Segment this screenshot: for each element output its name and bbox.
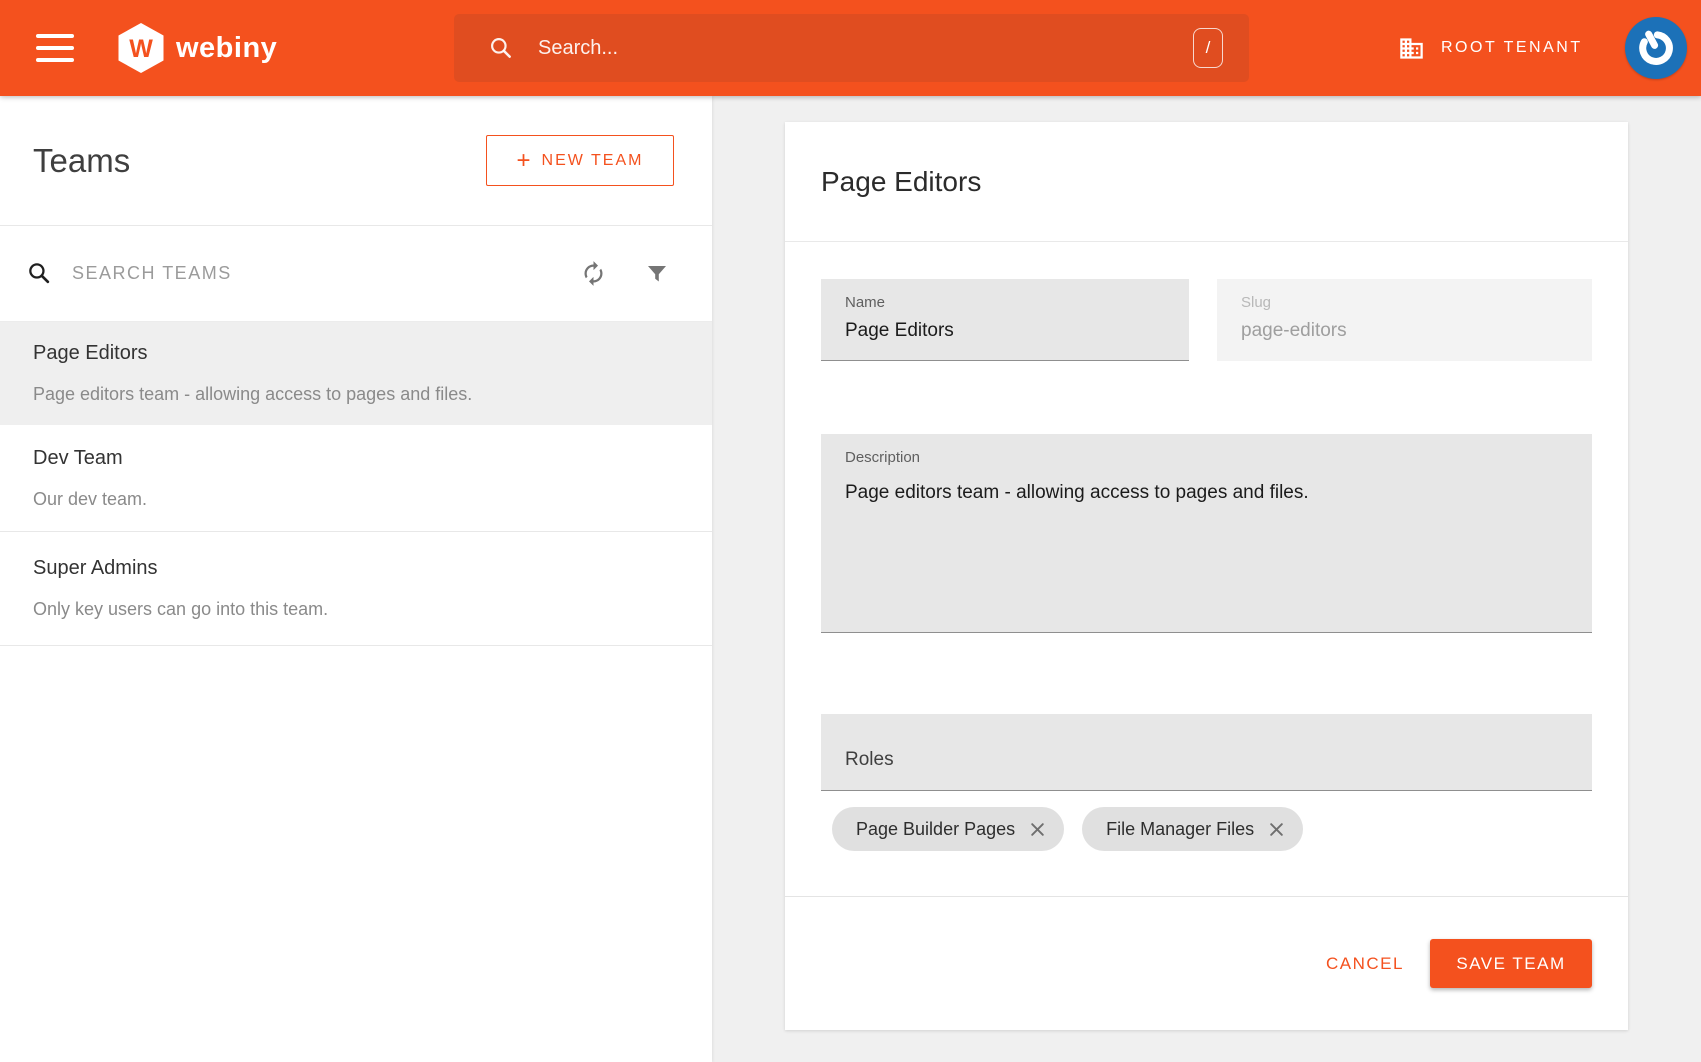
slug-field: Slug <box>1217 279 1592 361</box>
search-icon <box>488 35 514 61</box>
tenant-label: ROOT TENANT <box>1441 39 1583 57</box>
refresh-icon <box>580 260 607 287</box>
description-textarea[interactable] <box>845 480 1568 610</box>
roles-field-label: Roles <box>845 749 894 771</box>
name-field-label: Name <box>845 294 1165 311</box>
logo-wordmark: webiny <box>176 32 277 65</box>
chip-label: Page Builder Pages <box>856 819 1015 840</box>
cancel-button[interactable]: CANCEL <box>1304 939 1426 988</box>
team-name: Dev Team <box>33 447 672 470</box>
role-chip-file-manager-files: File Manager Files <box>1082 807 1303 851</box>
team-details-title: Page Editors <box>821 166 981 198</box>
filter-button[interactable] <box>642 259 672 289</box>
team-description: Page editors team - allowing access to p… <box>33 384 672 405</box>
tenant-selector[interactable]: ROOT TENANT <box>1398 0 1583 96</box>
team-name: Page Editors <box>33 342 672 365</box>
team-description: Only key users can go into this team. <box>33 599 672 620</box>
slash-shortcut-key: / <box>1193 28 1223 68</box>
refresh-button[interactable] <box>578 259 608 289</box>
roles-chips: Page Builder Pages File Manager Files <box>832 807 1303 851</box>
global-search-bar: / <box>454 14 1249 82</box>
team-details-header: Page Editors <box>785 122 1628 242</box>
webiny-logo[interactable]: W webiny <box>118 23 277 73</box>
chip-label: File Manager Files <box>1106 819 1254 840</box>
save-team-button[interactable]: SAVE TEAM <box>1430 939 1592 988</box>
top-bar: W webiny / ROOT TENANT <box>0 0 1701 96</box>
teams-search-input[interactable] <box>72 263 578 284</box>
teams-list-panel: Teams + NEW TEAM Pa <box>0 96 712 1062</box>
building-icon <box>1398 35 1425 62</box>
search-icon <box>27 261 52 286</box>
filter-icon <box>646 263 668 285</box>
global-search-input[interactable] <box>538 37 1193 60</box>
name-field: Name <box>821 279 1189 361</box>
webiny-admin-app: W webiny / ROOT TENANT <box>0 0 1701 1062</box>
page-title: Teams <box>33 142 130 180</box>
team-details-card: Page Editors Name Slug Description Roles… <box>785 122 1628 1030</box>
teams-panel-header: Teams + NEW TEAM <box>0 96 712 226</box>
team-list-item-dev-team[interactable]: Dev Team Our dev team. <box>0 425 712 532</box>
user-avatar[interactable] <box>1625 17 1687 79</box>
description-field-label: Description <box>845 449 1568 466</box>
webiny-hexagon-icon: W <box>118 23 164 73</box>
teams-search-row <box>0 226 712 322</box>
power-logo-icon <box>1636 28 1676 68</box>
remove-role-icon[interactable] <box>1029 821 1046 838</box>
footer-divider <box>785 896 1628 897</box>
roles-field[interactable]: Roles <box>821 714 1592 791</box>
new-team-button[interactable]: + NEW TEAM <box>486 135 674 186</box>
role-chip-page-builder-pages: Page Builder Pages <box>832 807 1064 851</box>
description-field: Description <box>821 434 1592 633</box>
remove-role-icon[interactable] <box>1268 821 1285 838</box>
team-list-item-super-admins[interactable]: Super Admins Only key users can go into … <box>0 532 712 646</box>
hamburger-menu-icon[interactable] <box>36 34 74 62</box>
slug-field-label: Slug <box>1241 294 1568 311</box>
team-name: Super Admins <box>33 557 672 580</box>
plus-icon: + <box>517 147 531 175</box>
slug-input <box>1241 320 1568 342</box>
team-list-item-page-editors[interactable]: Page Editors Page editors team - allowin… <box>0 322 712 425</box>
new-team-button-label: NEW TEAM <box>542 152 644 170</box>
name-input[interactable] <box>845 320 1165 342</box>
svg-text:W: W <box>129 35 153 63</box>
team-description: Our dev team. <box>33 489 672 510</box>
